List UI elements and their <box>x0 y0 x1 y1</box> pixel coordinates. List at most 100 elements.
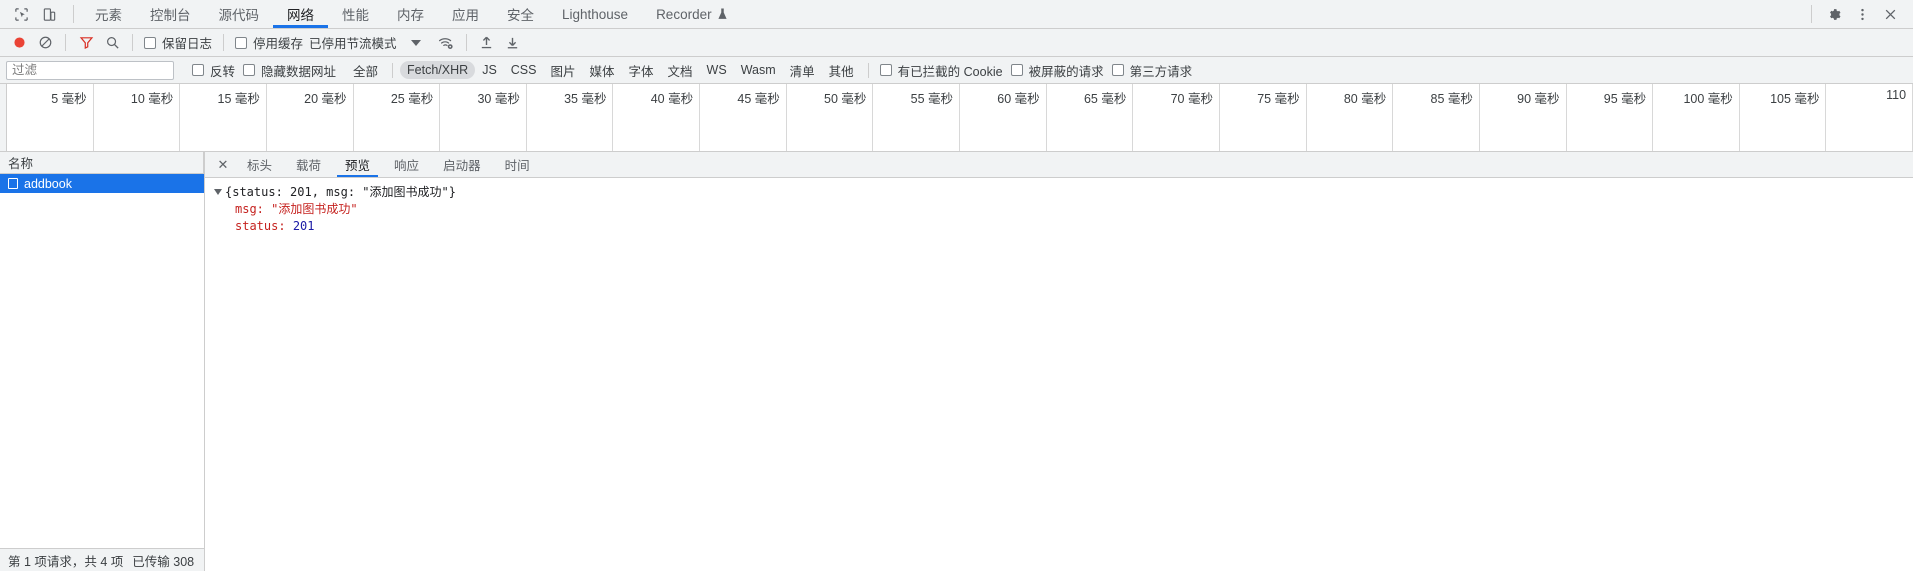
timeline-tick-label: 15 毫秒 <box>217 92 260 106</box>
timeline-tick: 70 毫秒 <box>1133 84 1220 151</box>
timeline-tick: 110 <box>1826 84 1913 151</box>
network-toolbar: 保留日志 停用缓存 已停用节流模式 <box>0 29 1913 57</box>
type-filter-all[interactable]: 全部 <box>346 59 385 82</box>
hide-data-urls-label: 隐藏数据网址 <box>261 64 337 79</box>
request-column-header[interactable]: 名称 <box>0 152 204 174</box>
json-value-msg: "添加图书成功" <box>271 202 358 216</box>
type-filter-doc[interactable]: 文档 <box>661 59 700 82</box>
timeline-tick-label: 35 毫秒 <box>564 92 607 106</box>
export-har-icon[interactable] <box>500 31 526 55</box>
inspect-element-icon[interactable] <box>8 1 34 27</box>
json-root-line[interactable]: {status: 201, msg: "添加图书成功"} <box>214 184 1913 201</box>
devtools-right-icons <box>1804 0 1913 28</box>
tab-timing-label: 时间 <box>504 159 530 173</box>
devtools-tabbar: 元素 控制台 源代码 网络 性能 内存 应用 安全 Lighthouse Rec… <box>0 0 1913 29</box>
timeline-tick-label: 100 毫秒 <box>1683 92 1733 106</box>
tabbar-right-divider <box>1811 5 1812 23</box>
table-row[interactable]: addbook <box>0 174 204 193</box>
timeline-tick-row: 5 毫秒 10 毫秒 15 毫秒 20 毫秒 25 毫秒 30 毫秒 35 毫秒 40 毫秒 4… <box>7 84 1913 151</box>
request-list-footer: 第 1 项请求，共 4 项 已传输 308 <box>0 548 204 571</box>
tab-application[interactable]: 应用 <box>438 0 493 28</box>
timeline-tick: 85 毫秒 <box>1393 84 1480 151</box>
third-party-label: 第三方请求 <box>1129 64 1193 79</box>
clear-button[interactable] <box>32 31 58 55</box>
timeline-gutter <box>0 84 7 151</box>
record-button[interactable] <box>6 31 32 55</box>
timeline-tick-label: 110 <box>1886 88 1907 102</box>
timeline-tick-label: 95 毫秒 <box>1603 92 1647 106</box>
disable-cache-box <box>235 36 248 49</box>
blocked-requests-checkbox[interactable]: 被屏蔽的请求 <box>1007 61 1108 80</box>
tabbar-spacer <box>742 0 1804 28</box>
type-filter-fetch-xhr[interactable]: Fetch/XHR <box>400 61 476 79</box>
type-filter-ws[interactable]: WS <box>700 61 734 79</box>
type-filter-manifest[interactable]: 清单 <box>783 59 822 82</box>
network-main-split: 名称 addbook 第 1 项请求，共 4 项 已传输 308 ✕ 标头 载荷… <box>0 152 1913 571</box>
timeline-tick-label: 90 毫秒 <box>1517 92 1560 106</box>
tab-console[interactable]: 控制台 <box>136 0 205 28</box>
throttling-select[interactable]: 已停用节流模式 <box>307 33 399 52</box>
request-detail-panel: ✕ 标头 载荷 预览 响应 启动器 时间 {status: 201, msg: … <box>205 152 1913 571</box>
hide-data-urls-checkbox[interactable]: 隐藏数据网址 <box>239 61 340 80</box>
timeline-tick: 55 毫秒 <box>873 84 961 151</box>
timeline-tick: 20 毫秒 <box>267 84 354 151</box>
blocked-cookies-checkbox[interactable]: 有已拦截的 Cookie <box>876 61 1007 80</box>
tab-initiator-label: 启动器 <box>443 159 481 173</box>
expand-triangle-icon[interactable] <box>214 189 222 195</box>
third-party-checkbox[interactable]: 第三方请求 <box>1108 61 1197 80</box>
tab-response-label: 响应 <box>394 159 420 173</box>
json-key-msg: msg: <box>235 202 264 216</box>
disable-cache-checkbox[interactable]: 停用缓存 <box>231 33 307 52</box>
preserve-log-label: 保留日志 <box>162 37 213 51</box>
timeline-tick-label: 40 毫秒 <box>650 92 694 106</box>
tab-sources[interactable]: 源代码 <box>205 0 274 28</box>
device-toolbar-icon[interactable] <box>36 1 62 27</box>
close-detail-icon[interactable]: ✕ <box>211 152 235 177</box>
filter-input[interactable] <box>6 60 174 80</box>
timeline-tick: 100 毫秒 <box>1653 84 1740 151</box>
tab-headers[interactable]: 标头 <box>235 152 284 177</box>
tab-memory[interactable]: 内存 <box>383 0 438 28</box>
preserve-log-checkbox[interactable]: 保留日志 <box>140 33 216 52</box>
request-list: addbook <box>0 174 204 548</box>
tab-security-label: 安全 <box>507 8 534 23</box>
type-filter-wasm[interactable]: Wasm <box>734 61 783 79</box>
timeline-tick-label: 80 毫秒 <box>1343 92 1387 106</box>
tab-elements[interactable]: 元素 <box>81 0 136 28</box>
toolbar-divider-1 <box>65 34 66 51</box>
type-filter-img[interactable]: 图片 <box>543 59 582 82</box>
gear-icon[interactable] <box>1821 1 1847 27</box>
type-filter-font[interactable]: 字体 <box>622 59 661 82</box>
devtools-main-tabs: 元素 控制台 源代码 网络 性能 内存 应用 安全 Lighthouse Rec… <box>81 0 742 28</box>
tab-payload[interactable]: 载荷 <box>284 152 333 177</box>
network-conditions-icon[interactable] <box>433 31 459 55</box>
tab-lighthouse[interactable]: Lighthouse <box>548 0 642 28</box>
tab-security[interactable]: 安全 <box>493 0 548 28</box>
chevron-down-icon[interactable] <box>410 39 421 46</box>
import-har-icon[interactable] <box>474 31 500 55</box>
close-icon[interactable] <box>1877 1 1903 27</box>
type-filter-css[interactable]: CSS <box>504 61 544 79</box>
tab-preview[interactable]: 预览 <box>333 152 382 177</box>
network-overview-timeline[interactable]: 5 毫秒 10 毫秒 15 毫秒 20 毫秒 25 毫秒 30 毫秒 35 毫秒 40 毫秒 4… <box>0 84 1913 152</box>
hide-data-urls-box <box>243 64 256 76</box>
tab-timing[interactable]: 时间 <box>493 152 542 177</box>
type-filter-media[interactable]: 媒体 <box>583 59 622 82</box>
tab-initiator[interactable]: 启动器 <box>431 152 493 177</box>
detail-tabbar: ✕ 标头 载荷 预览 响应 启动器 时间 <box>205 152 1913 178</box>
type-filter-js[interactable]: JS <box>475 61 504 79</box>
tab-network[interactable]: 网络 <box>273 0 328 28</box>
tab-performance[interactable]: 性能 <box>328 0 383 28</box>
invert-checkbox[interactable]: 反转 <box>188 61 239 80</box>
timeline-tick-label: 20 毫秒 <box>304 92 347 106</box>
search-button[interactable] <box>99 31 125 55</box>
timeline-tick-label: 10 毫秒 <box>130 92 174 106</box>
timeline-tick: 80 毫秒 <box>1307 84 1394 151</box>
filter-button[interactable] <box>73 31 99 55</box>
tab-recorder[interactable]: Recorder <box>642 0 742 28</box>
tabbar-divider <box>73 5 74 23</box>
tab-response[interactable]: 响应 <box>382 152 431 177</box>
more-options-icon[interactable] <box>1849 1 1875 27</box>
type-filter-other[interactable]: 其他 <box>822 59 861 82</box>
json-value-status: 201 <box>292 219 315 233</box>
